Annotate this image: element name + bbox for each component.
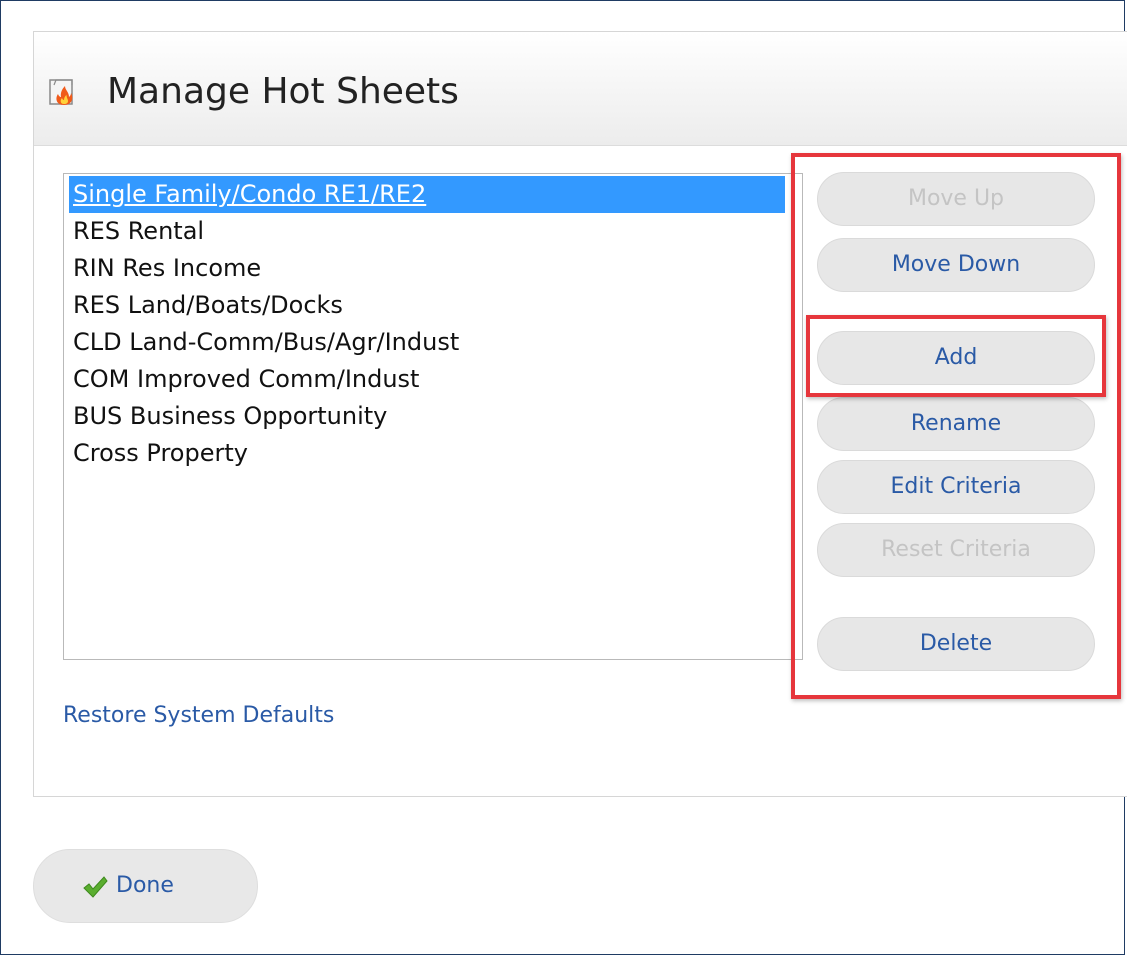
- hot-sheets-listbox[interactable]: Single Family/Condo RE1/RE2 RES Rental RIN…: [63, 173, 803, 660]
- checkmark-icon: [83, 876, 108, 898]
- list-item[interactable]: RIN Res Income: [69, 250, 265, 287]
- reset-criteria-button[interactable]: Reset Criteria: [817, 523, 1095, 577]
- rename-button[interactable]: Rename: [817, 397, 1095, 451]
- move-up-button[interactable]: Move Up: [817, 172, 1095, 226]
- page-title: Manage Hot Sheets: [107, 71, 459, 112]
- list-item[interactable]: Single Family/Condo RE1/RE2: [69, 176, 785, 213]
- list-item[interactable]: RES Rental: [69, 213, 208, 250]
- add-button[interactable]: Add: [817, 331, 1095, 385]
- hot-sheet-flame-icon: [49, 79, 73, 105]
- list-item[interactable]: RES Land/Boats/Docks: [69, 287, 347, 324]
- move-down-button[interactable]: Move Down: [817, 238, 1095, 292]
- edit-criteria-button[interactable]: Edit Criteria: [817, 460, 1095, 514]
- list-item[interactable]: CLD Land-Comm/Bus/Agr/Indust: [69, 324, 463, 361]
- list-item[interactable]: Cross Property: [69, 435, 252, 472]
- list-item[interactable]: COM Improved Comm/Indust: [69, 361, 423, 398]
- delete-button[interactable]: Delete: [817, 617, 1095, 671]
- done-button[interactable]: Done: [33, 849, 258, 923]
- panel-header: Manage Hot Sheets: [34, 32, 1127, 146]
- list-item[interactable]: BUS Business Opportunity: [69, 398, 391, 435]
- restore-system-defaults-link[interactable]: Restore System Defaults: [63, 703, 334, 728]
- done-label: Done: [116, 873, 174, 898]
